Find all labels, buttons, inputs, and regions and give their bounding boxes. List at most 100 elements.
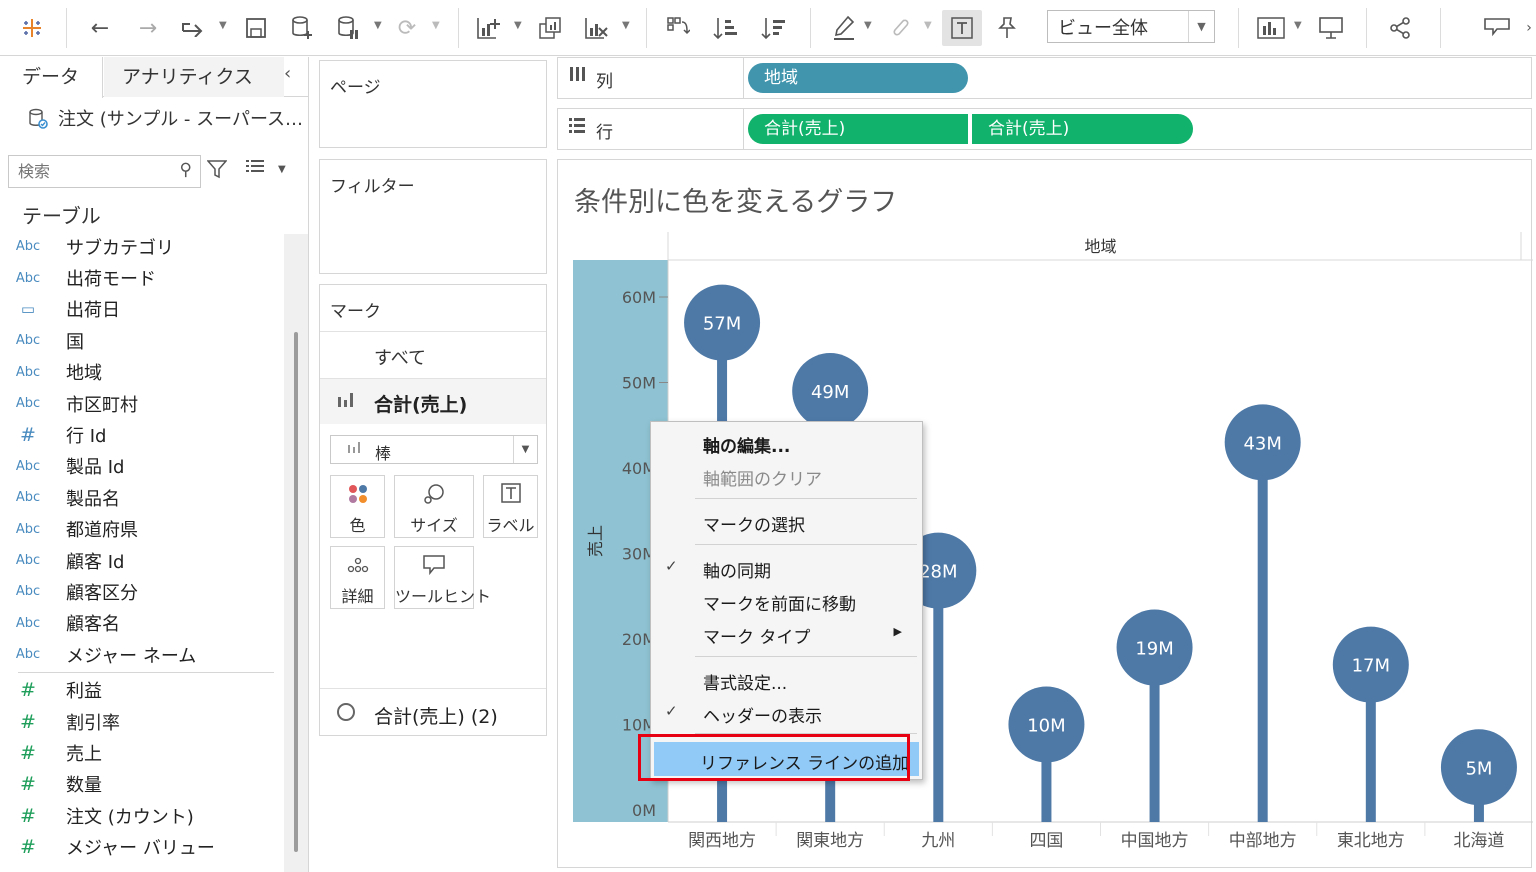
new-worksheet-icon[interactable] <box>472 10 506 46</box>
highlight-pen-icon[interactable] <box>828 10 860 46</box>
sort-ascending-icon[interactable] <box>710 10 742 46</box>
field-item[interactable]: ▭ 出荷日 <box>0 294 284 325</box>
forward-arrow-icon[interactable]: → <box>132 10 164 46</box>
new-datasource-icon[interactable] <box>286 10 318 46</box>
group-members-icon[interactable] <box>884 10 916 46</box>
field-item[interactable]: # メジャー バリュー <box>0 831 284 862</box>
fit-view-select[interactable]: ビュー全体 ▼ <box>1047 10 1215 43</box>
tooltip-icon[interactable] <box>1480 10 1514 46</box>
field-item[interactable]: # 割引率 <box>0 706 284 737</box>
datasource-item[interactable]: 注文 (サンプル - スーパース… <box>28 105 303 131</box>
show-me-dropdown-icon[interactable]: ▼ <box>1294 20 1302 31</box>
clear-sheet-icon[interactable] <box>580 10 614 46</box>
chevron-down-icon: ▼ <box>1188 11 1214 42</box>
redo-icon[interactable] <box>176 10 210 46</box>
field-item[interactable]: Abc 出荷モード <box>0 262 284 293</box>
tab-data[interactable]: データ <box>0 57 103 98</box>
duplicate-sheet-icon[interactable] <box>534 10 566 46</box>
toolbar-overflow-icon[interactable]: › <box>1522 10 1536 46</box>
menu-item[interactable]: 書式設定... <box>651 663 922 695</box>
size-button[interactable]: サイズ <box>394 475 474 538</box>
refresh-icon[interactable]: ⟳ <box>392 10 422 46</box>
field-item[interactable]: # 行 Id <box>0 419 284 450</box>
pill-region[interactable]: 地域 <box>748 63 968 93</box>
field-name: 都道府県 <box>66 520 138 542</box>
menu-item-label: ヘッダーの表示 <box>703 707 822 727</box>
string-type-icon: Abc <box>15 364 41 380</box>
marks-sum-sales-2-tab[interactable]: 合計(売上) (2) <box>320 688 546 736</box>
toolbar-separator <box>1238 8 1239 48</box>
search-input[interactable] <box>9 156 159 187</box>
filters-shelf[interactable]: フィルター <box>319 159 547 274</box>
refresh-dropdown-icon[interactable]: ▼ <box>432 20 440 31</box>
group-dropdown-icon[interactable]: ▼ <box>924 20 932 31</box>
field-item[interactable]: Abc メジャー ネーム <box>0 639 284 670</box>
pill-sum-sales-2[interactable]: 合計(売上) <box>972 114 1193 144</box>
field-item[interactable]: Abc 地域 <box>0 357 284 388</box>
menu-item[interactable]: マークの選択 <box>651 505 922 537</box>
color-button[interactable]: 色 <box>330 475 385 538</box>
pane-scrollbar-thumb[interactable] <box>294 332 298 852</box>
field-name: 顧客区分 <box>66 582 138 604</box>
pause-dropdown-icon[interactable]: ▼ <box>374 20 382 31</box>
field-item[interactable]: Abc 顧客名 <box>0 608 284 639</box>
swap-rows-columns-icon[interactable] <box>662 10 694 46</box>
tableau-logo-icon[interactable] <box>14 10 50 46</box>
pill-sum-sales-1[interactable]: 合計(売上) <box>748 114 968 144</box>
sort-descending-icon[interactable] <box>758 10 790 46</box>
redo-dropdown-icon[interactable]: ▼ <box>219 20 227 31</box>
menu-item[interactable]: マーク タイプ ▶ <box>651 617 922 649</box>
field-search-box[interactable]: ⚲ <box>8 155 201 188</box>
menu-item[interactable]: ✓ ヘッダーの表示 <box>651 696 922 728</box>
columns-shelf[interactable]: 列 地域 <box>557 57 1532 99</box>
save-icon[interactable] <box>240 10 272 46</box>
view-list-dropdown-icon[interactable]: ▼ <box>278 164 286 175</box>
field-item[interactable]: # 売上 <box>0 737 284 768</box>
show-mark-labels-icon[interactable] <box>942 10 982 46</box>
marks-all-tab[interactable]: すべて <box>320 331 546 377</box>
show-me-icon[interactable] <box>1254 10 1288 46</box>
menu-item-label: 軸の同期 <box>703 562 771 582</box>
pause-datasource-icon[interactable] <box>332 10 364 46</box>
string-type-icon: Abc <box>15 270 41 286</box>
pages-shelf[interactable]: ページ <box>319 60 547 148</box>
field-name: 出荷日 <box>66 300 120 322</box>
string-type-icon: Abc <box>15 521 41 537</box>
field-item[interactable]: # 数量 <box>0 769 284 800</box>
marks-sum-sales-tab[interactable]: 合計(売上) <box>320 378 546 424</box>
field-item[interactable]: Abc 製品名 <box>0 482 284 513</box>
text-label-icon <box>484 482 537 509</box>
number-type-icon: # <box>20 773 36 796</box>
field-item[interactable]: # 利益 <box>0 674 284 705</box>
rows-shelf[interactable]: 行 合計(売上) 合計(売上) <box>557 108 1532 150</box>
view-list-icon[interactable] <box>246 159 264 180</box>
highlight-dropdown-icon[interactable]: ▼ <box>864 20 872 31</box>
back-arrow-icon[interactable]: ← <box>84 10 116 46</box>
new-worksheet-dropdown-icon[interactable]: ▼ <box>514 20 522 31</box>
field-item[interactable]: Abc 顧客区分 <box>0 576 284 607</box>
mark-type-select[interactable]: 棒 ▼ <box>330 435 538 464</box>
fix-axes-pin-icon[interactable] <box>992 10 1022 46</box>
filter-icon[interactable] <box>206 159 228 184</box>
field-item[interactable]: Abc 市区町村 <box>0 388 284 419</box>
share-icon[interactable] <box>1384 10 1416 46</box>
tab-analytics[interactable]: アナリティクス <box>104 57 284 97</box>
field-item[interactable]: Abc 都道府県 <box>0 514 284 545</box>
tooltip-button[interactable]: ツールヒント <box>394 546 491 609</box>
collapse-pane-icon[interactable]: ‹ <box>284 63 291 84</box>
clear-sheet-dropdown-icon[interactable]: ▼ <box>622 20 630 31</box>
label-button[interactable]: ラベル <box>483 475 538 538</box>
menu-item[interactable]: マークを前面に移動 <box>651 584 922 616</box>
detail-button[interactable]: 詳細 <box>330 546 385 609</box>
field-item[interactable]: Abc 国 <box>0 325 284 356</box>
field-item[interactable]: Abc サブカテゴリ <box>0 231 284 262</box>
mark-type-value: 棒 <box>375 444 392 463</box>
field-item[interactable]: Abc 顧客 Id <box>0 545 284 576</box>
field-item[interactable]: # 注文 (カウント) <box>0 800 284 831</box>
number-type-icon: # <box>20 710 36 733</box>
menu-item[interactable]: 軸の編集... <box>651 426 922 458</box>
field-item[interactable]: Abc 製品 Id <box>0 451 284 482</box>
menu-item[interactable]: ✓ 軸の同期 <box>651 551 922 583</box>
presentation-mode-icon[interactable] <box>1314 10 1348 46</box>
field-name: 数量 <box>66 775 102 797</box>
